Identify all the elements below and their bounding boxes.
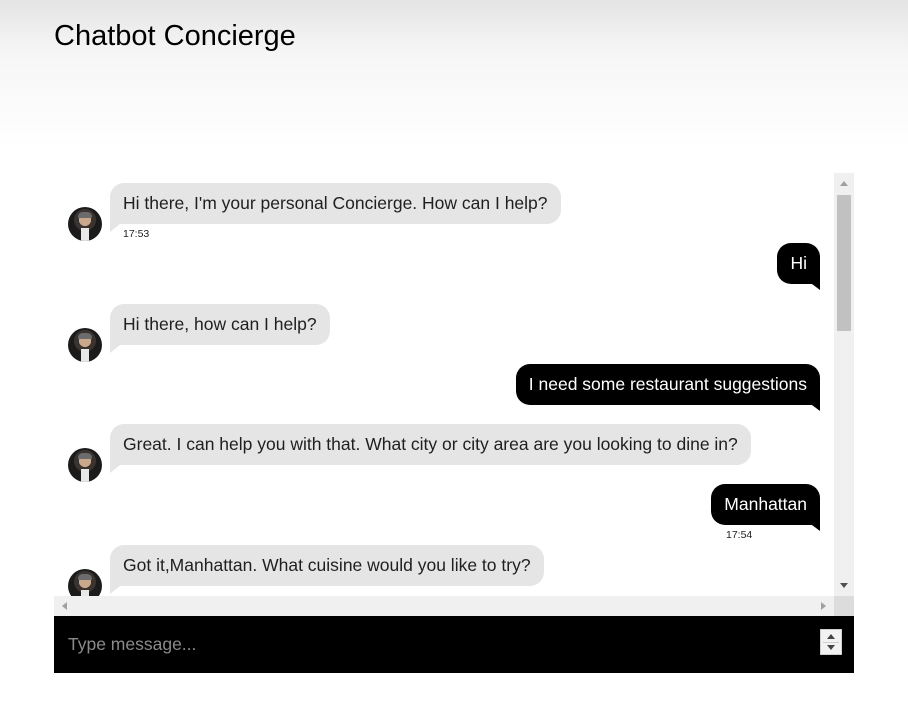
scroll-down-arrow-icon[interactable]: [840, 583, 848, 588]
horizontal-scrollbar[interactable]: [54, 596, 834, 616]
message-input[interactable]: [68, 628, 808, 661]
concierge-avatar-icon: [68, 328, 102, 362]
concierge-avatar-icon: [68, 569, 102, 596]
bot-message-bubble: Got it,Manhattan. What cuisine would you…: [110, 545, 544, 594]
user-message-bubble: Manhattan: [711, 484, 820, 531]
message-list[interactable]: Hi there, I'm your personal Concierge. H…: [54, 173, 834, 596]
user-message-bubble: I need some restaurant suggestions: [515, 364, 821, 411]
bot-message-bubble: Great. I can help you with that. What ci…: [110, 424, 751, 473]
concierge-avatar-icon: [68, 207, 102, 241]
scrollbar-corner: [834, 596, 854, 616]
page-title: Chatbot Concierge: [54, 20, 296, 52]
message-timestamp: 17:54: [726, 529, 753, 541]
stepper-down-arrow-icon[interactable]: [827, 645, 835, 650]
bot-message-bubble: Hi there, I'm your personal Concierge. H…: [110, 183, 561, 232]
scroll-left-arrow-icon[interactable]: [62, 602, 67, 610]
number-stepper[interactable]: [820, 629, 842, 655]
vertical-scrollbar[interactable]: [834, 173, 854, 596]
user-message-bubble: Hi: [777, 243, 820, 290]
scrollbar-thumb[interactable]: [837, 195, 851, 331]
stepper-divider: [823, 642, 839, 643]
message-timestamp: 17:53: [123, 228, 150, 240]
chat-panel: Hi there, I'm your personal Concierge. H…: [54, 173, 854, 673]
stepper-up-arrow-icon[interactable]: [827, 634, 835, 639]
concierge-avatar-icon: [68, 448, 102, 482]
scroll-up-arrow-icon[interactable]: [840, 181, 848, 186]
message-composer: [54, 616, 854, 673]
bot-message-bubble: Hi there, how can I help?: [110, 304, 330, 353]
scroll-right-arrow-icon[interactable]: [821, 602, 826, 610]
